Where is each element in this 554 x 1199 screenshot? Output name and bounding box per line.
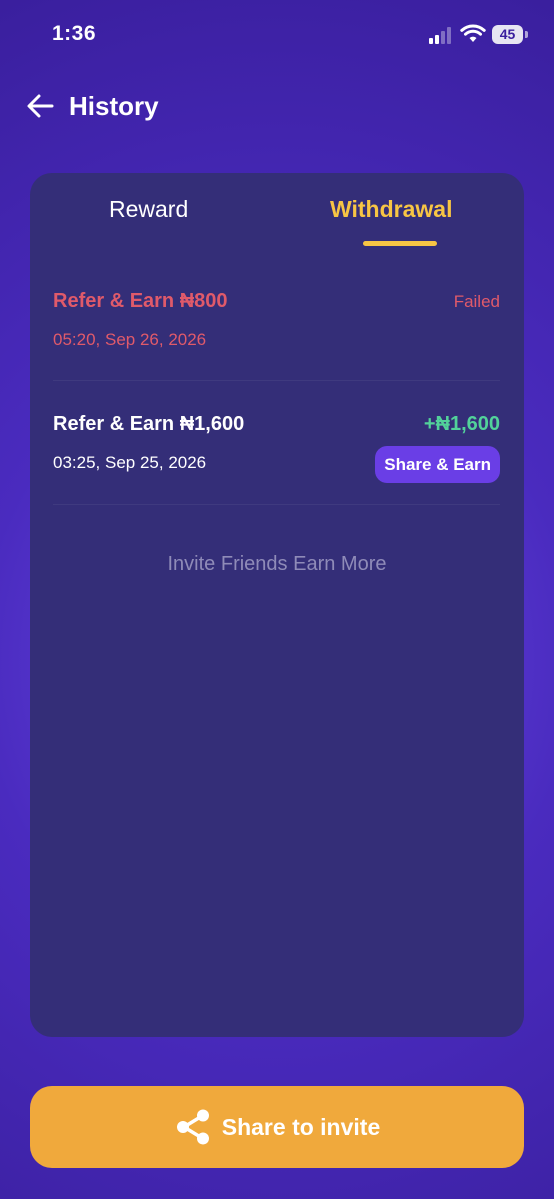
list-item: Refer & Earn ₦1,600 03:25, Sep 25, 2026 …: [53, 381, 500, 505]
battery-icon: 45: [492, 25, 528, 45]
page-title: History: [69, 91, 159, 121]
invite-hint: Invite Friends Earn More: [167, 553, 387, 575]
share-icon: [176, 1109, 209, 1145]
wifi-icon: [460, 24, 486, 42]
transaction-date: 05:20, Sep 26, 2026: [53, 330, 207, 349]
transaction-date: 03:25, Sep 25, 2026: [53, 453, 207, 472]
active-tab-indicator: [363, 241, 437, 246]
transaction-title: Refer & Earn ₦800: [53, 290, 228, 312]
tab-bar: Reward Withdrawal: [30, 173, 524, 253]
arrow-left-icon[interactable]: [22, 88, 58, 124]
list-item: Refer & Earn ₦800 05:20, Sep 26, 2026 Fa…: [53, 278, 500, 381]
status-time: 1:36: [52, 22, 97, 45]
tab-withdrawal[interactable]: Withdrawal: [330, 196, 452, 223]
status-badge: Failed: [453, 292, 500, 311]
tab-reward[interactable]: Reward: [109, 196, 188, 223]
cellular-signal-icon: [429, 26, 455, 44]
share-to-invite-label: Share to invite: [221, 1113, 381, 1140]
battery-level: 45: [499, 26, 516, 42]
history-card: Reward Withdrawal Refer & Earn ₦800 05:2…: [30, 173, 524, 1037]
transaction-amount: +₦1,600: [423, 413, 500, 435]
transaction-title: Refer & Earn ₦1,600: [53, 413, 245, 435]
share-to-invite-button[interactable]: Share to invite: [30, 1086, 524, 1168]
share-and-earn-button[interactable]: Share & Earn: [375, 446, 500, 483]
header: History: [0, 80, 554, 136]
status-bar: 1:36 45: [0, 0, 554, 70]
